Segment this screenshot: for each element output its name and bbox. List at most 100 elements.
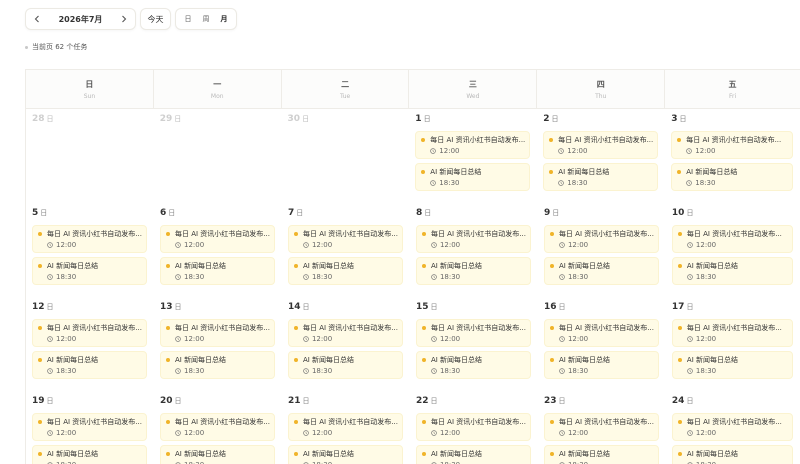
day-cell[interactable]: 6 日每日 AI 资讯小红书自动发布... 12:00 AI 新闻每日总结 18:30 xyxy=(153,203,282,297)
day-cell[interactable]: 7 日每日 AI 资讯小红书自动发布... 12:00 AI 新闻每日总结 18:30 xyxy=(281,203,410,297)
event-card[interactable]: AI 新闻每日总结 18:30 xyxy=(287,445,403,464)
event-card[interactable]: 每日 AI 资讯小红书自动发布... 12:00 xyxy=(32,413,147,441)
event-card[interactable]: AI 新闻每日总结 18:30 xyxy=(543,163,659,191)
day-cell[interactable]: 30 日 xyxy=(281,109,410,203)
day-cell[interactable]: 20日每日 AI 资讯小红书自动发布... 12:00 AI 新闻每日总结 18:30 xyxy=(153,391,282,464)
event-time-text: 18:30 xyxy=(696,460,716,464)
event-card[interactable]: 每日 AI 资讯小红书自动发布... 12:00 xyxy=(543,413,659,441)
event-time-text: 18:30 xyxy=(567,367,589,375)
event-card[interactable]: AI 新闻每日总结 18:30 xyxy=(32,257,147,285)
day-cell[interactable]: 9 日每日 AI 资讯小红书自动发布... 12:00 AI 新闻每日总结 18:30 xyxy=(537,203,666,297)
event-time: 18:30 xyxy=(175,460,270,464)
event-title: 每日 AI 资讯小红书自动发布... xyxy=(686,324,782,332)
event-card[interactable]: AI 新闻每日总结 18:30 xyxy=(287,351,403,379)
day-cell[interactable]: 2 日每日 AI 资讯小红书自动发布... 12:00 AI 新闻每日总结 18:30 xyxy=(537,109,666,203)
day-suffix: 日 xyxy=(423,115,431,123)
event-card[interactable]: 每日 AI 资讯小红书自动发布... 12:00 xyxy=(671,225,793,253)
event-card[interactable]: AI 新闻每日总结 18:30 xyxy=(671,163,794,191)
event-card[interactable]: 每日 AI 资讯小红书自动发布... 12:00 xyxy=(287,319,403,347)
event-title: 每日 AI 资讯小红书自动发布... xyxy=(558,418,654,426)
event-card[interactable]: AI 新闻每日总结 18:30 xyxy=(415,257,531,285)
event-card[interactable]: AI 新闻每日总结 18:30 xyxy=(415,351,531,379)
weekday-abbr: Wed xyxy=(466,92,480,100)
event-title: 每日 AI 资讯小红书自动发布... xyxy=(558,324,654,332)
event-card[interactable]: 每日 AI 资讯小红书自动发布... 12:00 xyxy=(32,225,147,253)
day-label: 12 日 xyxy=(32,302,149,314)
event-card[interactable]: AI 新闻每日总结 18:30 xyxy=(671,445,793,464)
event-card[interactable]: AI 新闻每日总结 18:30 xyxy=(32,351,147,379)
day-cell[interactable]: 19日每日 AI 资讯小红书自动发布... 12:00 AI 新闻每日总结 18:30 xyxy=(26,391,154,464)
event-card[interactable]: AI 新闻每日总结 18:30 xyxy=(159,351,275,379)
day-suffix: 日 xyxy=(302,303,310,311)
event-time-text: 18:30 xyxy=(56,367,77,375)
day-cell[interactable]: 22日每日 AI 资讯小红书自动发布... 12:00 AI 新闻每日总结 18:30 xyxy=(409,391,538,464)
event-card[interactable]: 每日 AI 资讯小红书自动发布... 12:00 xyxy=(159,319,275,347)
event-card[interactable]: 每日 AI 资讯小红书自动发布... 12:00 xyxy=(415,413,531,441)
event-card[interactable]: 每日 AI 资讯小红书自动发布... 12:00 xyxy=(415,131,531,159)
event-card[interactable]: 每日 AI 资讯小红书自动发布... 12:00 xyxy=(415,225,531,253)
clock-icon xyxy=(559,274,565,280)
day-cell[interactable]: 15 日每日 AI 资讯小红书自动发布... 12:00 AI 新闻每日总结 18:30 xyxy=(409,297,538,391)
day-cell[interactable]: 14 日每日 AI 资讯小红书自动发布... 12:00 AI 新闻每日总结 18:30 xyxy=(281,297,410,391)
event-time: 18:30 xyxy=(47,366,142,376)
event-card[interactable]: AI 新闻每日总结 18:30 xyxy=(671,351,793,379)
event-time: 12:00 xyxy=(431,334,526,344)
day-cell[interactable]: 21日每日 AI 资讯小红书自动发布... 12:00 AI 新闻每日总结 18:30 xyxy=(281,391,410,464)
view-day-button[interactable]: 日 xyxy=(180,11,196,27)
event-title: 每日 AI 资讯小红书自动发布... xyxy=(430,418,526,426)
day-cell[interactable]: 16 日每日 AI 资讯小红书自动发布... 12:00 AI 新闻每日总结 18:30 xyxy=(537,297,666,391)
event-dot-icon xyxy=(549,452,554,456)
day-cell[interactable]: 12 日每日 AI 资讯小红书自动发布... 12:00 AI 新闻每日总结 18:30 xyxy=(26,297,154,391)
event-card[interactable]: 每日 AI 资讯小红书自动发布... 12:00 xyxy=(671,413,793,441)
day-cell[interactable]: 24日每日 AI 资讯小红书自动发布... 12:00 AI 新闻每日总结 18:30 xyxy=(665,391,800,464)
event-card[interactable]: 每日 AI 资讯小红书自动发布... 12:00 xyxy=(287,413,403,441)
event-card[interactable]: 每日 AI 资讯小红书自动发布... 12:00 xyxy=(287,225,403,253)
prev-month-button[interactable] xyxy=(26,9,48,29)
day-cell[interactable]: 28 日 xyxy=(26,109,154,203)
day-cell[interactable]: 10 日每日 AI 资讯小红书自动发布... 12:00 AI 新闻每日总结 18:30 xyxy=(665,203,800,297)
event-card[interactable]: 每日 AI 资讯小红书自动发布... 12:00 xyxy=(159,225,275,253)
day-cell[interactable]: 29 日 xyxy=(153,109,282,203)
day-cell[interactable]: 23日每日 AI 资讯小红书自动发布... 12:00 AI 新闻每日总结 18:30 xyxy=(537,391,666,464)
day-cell[interactable]: 8 日每日 AI 资讯小红书自动发布... 12:00 AI 新闻每日总结 18:30 xyxy=(409,203,538,297)
event-card[interactable]: AI 新闻每日总结 18:30 xyxy=(543,445,659,464)
event-card[interactable]: AI 新闻每日总结 18:30 xyxy=(32,445,147,464)
event-time-text: 12:00 xyxy=(56,429,77,437)
event-card[interactable]: AI 新闻每日总结 18:30 xyxy=(159,445,275,464)
event-time: 12:00 xyxy=(303,334,398,344)
event-title: 每日 AI 资讯小红书自动发布... xyxy=(174,230,270,238)
event-card[interactable]: 每日 AI 资讯小红书自动发布... 12:00 xyxy=(415,319,531,347)
event-title: AI 新闻每日总结 xyxy=(686,356,738,364)
event-dot-icon xyxy=(165,358,170,362)
event-card[interactable]: 每日 AI 资讯小红书自动发布... 12:00 xyxy=(32,319,147,347)
day-cell[interactable]: 17 日每日 AI 资讯小红书自动发布... 12:00 AI 新闻每日总结 18:30 xyxy=(665,297,800,391)
day-cell[interactable]: 13 日每日 AI 资讯小红书自动发布... 12:00 AI 新闻每日总结 18:30 xyxy=(153,297,282,391)
event-card[interactable]: 每日 AI 资讯小红书自动发布... 12:00 xyxy=(671,131,794,159)
day-cell[interactable]: 1 日每日 AI 资讯小红书自动发布... 12:00 AI 新闻每日总结 18:30 xyxy=(409,109,538,203)
event-card[interactable]: AI 新闻每日总结 18:30 xyxy=(671,257,793,285)
event-time-text: 12:00 xyxy=(183,335,205,343)
event-card[interactable]: 每日 AI 资讯小红书自动发布... 12:00 xyxy=(543,319,659,347)
event-card[interactable]: AI 新闻每日总结 18:30 xyxy=(287,257,403,285)
view-week-button[interactable]: 周 xyxy=(198,11,214,27)
day-cell[interactable]: 5 日每日 AI 资讯小红书自动发布... 12:00 AI 新闻每日总结 18:30 xyxy=(26,203,154,297)
day-number: 6 xyxy=(159,208,167,218)
event-card[interactable]: AI 新闻每日总结 18:30 xyxy=(543,257,659,285)
event-card[interactable]: 每日 AI 资讯小红书自动发布... 12:00 xyxy=(543,131,659,159)
event-card[interactable]: AI 新闻每日总结 18:30 xyxy=(159,257,275,285)
day-cell[interactable]: 3 日每日 AI 资讯小红书自动发布... 12:00 AI 新闻每日总结 18:30 xyxy=(665,109,800,203)
next-month-button[interactable] xyxy=(113,9,135,29)
event-card[interactable]: AI 新闻每日总结 18:30 xyxy=(543,351,659,379)
clock-icon xyxy=(559,430,565,436)
day-suffix: 日 xyxy=(40,209,48,217)
event-card[interactable]: AI 新闻每日总结 18:30 xyxy=(415,445,531,464)
event-card[interactable]: 每日 AI 资讯小红书自动发布... 12:00 xyxy=(543,225,659,253)
clock-icon xyxy=(430,148,437,154)
weekday-header-cell: 二 Tue xyxy=(282,70,410,108)
today-button[interactable]: 今天 xyxy=(140,8,171,30)
view-month-button[interactable]: 月 xyxy=(216,11,232,27)
event-card[interactable]: 每日 AI 资讯小红书自动发布... 12:00 xyxy=(159,413,275,441)
event-card[interactable]: 每日 AI 资讯小红书自动发布... 12:00 xyxy=(671,319,793,347)
event-card[interactable]: AI 新闻每日总结 18:30 xyxy=(415,163,531,191)
event-time: 12:00 xyxy=(686,146,788,156)
